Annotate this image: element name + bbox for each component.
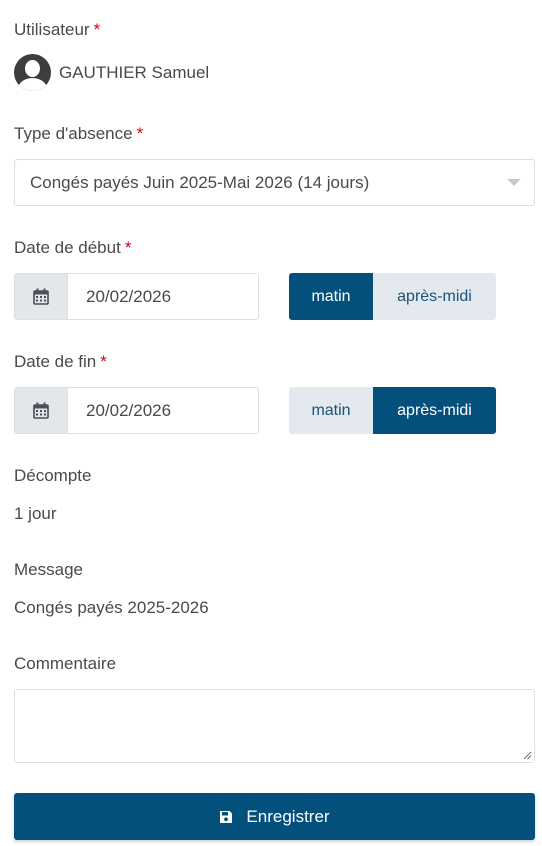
end-date-label: Date de fin * <box>14 352 107 372</box>
absence-type-select[interactable]: Congés payés Juin 2025-Mai 2026 (14 jour… <box>14 159 535 206</box>
user-name: GAUTHIER Samuel <box>59 62 210 82</box>
end-date-label-text: Date de fin <box>14 352 97 371</box>
absence-type-label-text: Type d'absence <box>14 124 133 143</box>
start-date-input[interactable]: 20/02/2026 <box>68 274 258 319</box>
resize-handle-icon[interactable] <box>522 750 532 760</box>
required-marker: * <box>124 238 132 257</box>
user-row: GAUTHIER Samuel <box>14 54 209 91</box>
start-apres-midi-option[interactable]: après-midi <box>373 273 496 320</box>
end-date-input[interactable]: 20/02/2026 <box>68 388 258 433</box>
start-date-label-text: Date de début <box>14 238 121 257</box>
start-matin-option[interactable]: matin <box>289 273 373 320</box>
start-date-calendar-button[interactable] <box>15 274 68 319</box>
user-avatar-icon <box>14 54 51 91</box>
calendar-icon <box>33 288 49 305</box>
absence-type-label: Type d'absence * <box>14 124 143 144</box>
decompte-value: 1 jour <box>14 504 57 523</box>
save-button-label: Enregistrer <box>246 806 330 826</box>
required-marker: * <box>136 124 144 143</box>
user-label-text: Utilisateur <box>14 20 90 39</box>
absence-type-selected: Congés payés Juin 2025-Mai 2026 (14 jour… <box>30 172 370 192</box>
comment-textarea[interactable] <box>14 689 535 763</box>
start-date-label: Date de début * <box>14 238 131 258</box>
message-value: Congés payés 2025-2026 <box>14 598 209 617</box>
end-apres-midi-option[interactable]: après-midi <box>373 387 496 434</box>
required-marker: * <box>100 352 107 371</box>
save-button[interactable]: Enregistrer <box>14 793 535 840</box>
end-date-input-group: 20/02/2026 <box>14 387 259 434</box>
message-label: Message <box>14 560 83 579</box>
absence-form: Utilisateur * GAUTHIER Samuel Type d'abse… <box>0 0 542 846</box>
start-date-input-group: 20/02/2026 <box>14 273 259 320</box>
start-half-day-toggle: matin après-midi <box>289 273 496 320</box>
calendar-icon <box>33 402 49 419</box>
comment-label: Commentaire <box>14 654 117 673</box>
end-half-day-toggle: matin après-midi <box>289 387 496 434</box>
user-label: Utilisateur * <box>14 20 100 40</box>
required-marker: * <box>93 20 101 39</box>
end-date-calendar-button[interactable] <box>15 388 68 433</box>
chevron-down-icon <box>507 179 521 186</box>
floppy-disk-icon <box>220 810 233 823</box>
end-matin-option[interactable]: matin <box>289 387 373 434</box>
decompte-label: Décompte <box>14 466 92 485</box>
